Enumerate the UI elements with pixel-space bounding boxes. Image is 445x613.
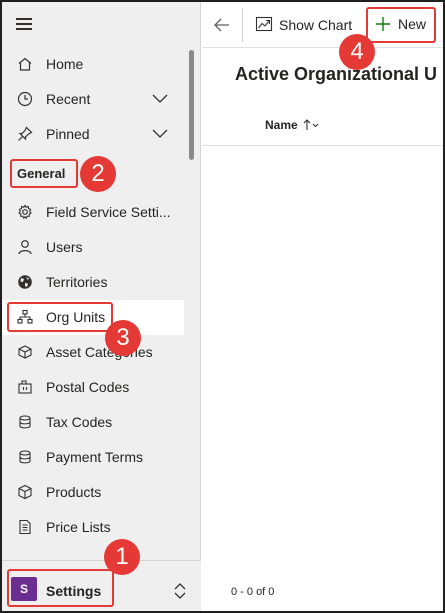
sidebar-item-users[interactable]: Users: [2, 230, 184, 265]
sidebar-item-asset-categories[interactable]: Asset Categories: [2, 335, 184, 370]
chart-icon: [255, 16, 273, 32]
sidebar-item-recent[interactable]: Recent: [2, 82, 184, 117]
toolbar-divider: [242, 8, 243, 42]
new-button[interactable]: New: [374, 15, 426, 33]
column-name-label: Name: [265, 118, 298, 132]
area-label: Settings: [46, 583, 102, 599]
sidebar-item-price-lists[interactable]: Price Lists: [2, 510, 184, 545]
sidebar-item-tax-codes[interactable]: Tax Codes: [2, 405, 184, 440]
view-title[interactable]: Active Organizational U: [235, 64, 437, 85]
back-arrow-icon[interactable]: [213, 16, 231, 34]
new-label: New: [398, 16, 427, 32]
sidebar-scrollbar[interactable]: [189, 50, 194, 160]
sidebar-item-label: Territories: [46, 274, 108, 290]
annotation-badge-2: 2: [80, 156, 116, 192]
sidebar-item-label: Products: [46, 484, 102, 500]
sidebar-item-payment-terms[interactable]: Payment Terms: [2, 440, 184, 475]
person-icon: [18, 240, 32, 255]
sidebar-item-territories[interactable]: Territories: [2, 265, 184, 300]
annotation-badge-3: 3: [105, 320, 141, 356]
grid-header: [202, 106, 443, 146]
clock-icon: [17, 91, 33, 107]
globe-icon: [18, 275, 32, 289]
pin-icon: [18, 126, 33, 141]
annotation-badge-4: 4: [339, 34, 375, 70]
sidebar-item-products[interactable]: Products: [2, 475, 184, 510]
stack-icon: [19, 450, 31, 464]
sidebar-item-label: Payment Terms: [46, 449, 143, 465]
app-window: Home Recent Pinned General Field Service…: [0, 0, 445, 613]
highlight-org-units: [7, 302, 113, 332]
sidebar-item-field-service-settings[interactable]: Field Service Setti...: [2, 195, 184, 230]
sidebar-item-postal-codes[interactable]: Postal Codes: [2, 370, 184, 405]
area-avatar: S: [11, 577, 37, 601]
sidebar-item-label: Postal Codes: [46, 379, 130, 395]
sidebar-item-home[interactable]: Home: [2, 47, 184, 82]
sidebar-item-label: Home: [46, 56, 84, 72]
sidebar-item-label: Pinned: [46, 126, 90, 142]
document-icon: [19, 519, 31, 535]
asset-category-icon: [18, 345, 32, 359]
sidebar-section-header: General: [10, 159, 78, 188]
show-chart-label: Show Chart: [279, 17, 353, 33]
show-chart-button[interactable]: Show Chart: [255, 16, 352, 34]
gear-icon: [18, 204, 32, 220]
box-icon: [18, 484, 32, 500]
sidebar-item-label: Recent: [46, 91, 91, 107]
sidebar-item-label: Users: [46, 239, 83, 255]
record-count: 0 - 0 of 0: [231, 586, 275, 598]
stack-icon: [19, 415, 31, 429]
chevron-down-icon[interactable]: [152, 94, 168, 104]
chevron-down-icon[interactable]: [152, 129, 168, 139]
up-down-chevron-icon[interactable]: [173, 582, 187, 600]
sidebar-item-label: Field Service Setti...: [46, 204, 171, 220]
sidebar-item-label: Tax Codes: [46, 414, 113, 430]
postal-code-icon: [18, 380, 32, 394]
sidebar-item-pinned[interactable]: Pinned: [2, 117, 184, 152]
sidebar-item-label: Price Lists: [46, 519, 111, 535]
plus-icon: [376, 17, 390, 31]
sort-ascending-icon: [303, 119, 319, 130]
hamburger-menu-icon[interactable]: [16, 18, 32, 30]
column-header-name[interactable]: Name: [265, 118, 319, 132]
home-icon: [18, 57, 32, 71]
annotation-badge-1: 1: [104, 539, 140, 575]
